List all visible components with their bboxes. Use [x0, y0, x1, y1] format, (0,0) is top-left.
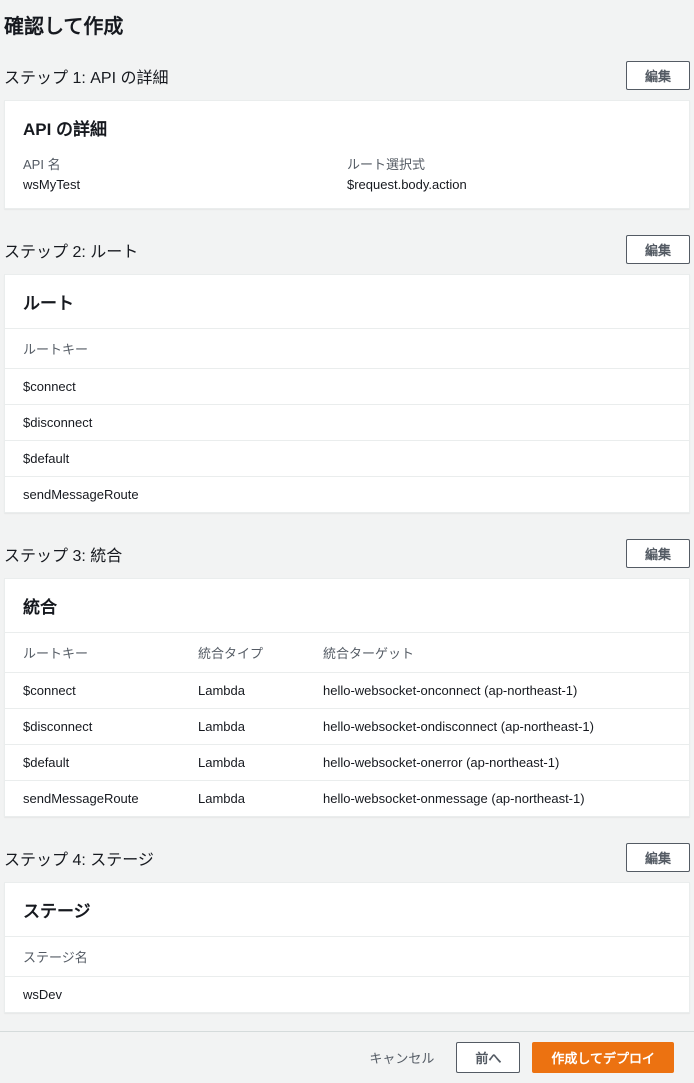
step3-col-type: 統合タイプ	[198, 643, 323, 662]
api-name-label: API 名	[23, 154, 347, 173]
step2-edit-button[interactable]: 編集	[626, 235, 690, 264]
cancel-button[interactable]: キャンセル	[359, 1042, 444, 1073]
table-row: sendMessageRoute	[5, 476, 689, 512]
step1-card-title: API の詳細	[5, 101, 689, 154]
integration-target-value: hello-websocket-onconnect (ap-northeast-…	[323, 683, 671, 698]
step3-title: ステップ 3: 統合	[4, 542, 122, 566]
table-row: $connect Lambda hello-websocket-onconnec…	[5, 672, 689, 708]
create-deploy-button[interactable]: 作成してデプロイ	[532, 1042, 674, 1073]
step3-table-header: ルートキー 統合タイプ 統合ターゲット	[5, 632, 689, 672]
step4-header: ステップ 4: ステージ 編集	[0, 835, 694, 882]
route-key-value: $connect	[23, 379, 671, 394]
integration-type-value: Lambda	[198, 755, 323, 770]
integration-target-value: hello-websocket-ondisconnect (ap-northea…	[323, 719, 671, 734]
step3-edit-button[interactable]: 編集	[626, 539, 690, 568]
step1-header: ステップ 1: API の詳細 編集	[0, 53, 694, 100]
previous-button[interactable]: 前へ	[456, 1042, 520, 1073]
integration-type-value: Lambda	[198, 719, 323, 734]
integration-type-value: Lambda	[198, 683, 323, 698]
step3-header: ステップ 3: 統合 編集	[0, 531, 694, 578]
step4-table-header: ステージ名	[5, 936, 689, 976]
route-key-value: $default	[23, 755, 198, 770]
step1-edit-button[interactable]: 編集	[626, 61, 690, 90]
step3-card: 統合 ルートキー 統合タイプ 統合ターゲット $connect Lambda h…	[4, 578, 690, 817]
step4-title: ステップ 4: ステージ	[4, 846, 154, 870]
table-row: sendMessageRoute Lambda hello-websocket-…	[5, 780, 689, 816]
step2-table-header: ルートキー	[5, 328, 689, 368]
step2-card: ルート ルートキー $connect $disconnect $default …	[4, 274, 690, 513]
table-row: $default Lambda hello-websocket-onerror …	[5, 744, 689, 780]
table-row: $default	[5, 440, 689, 476]
step1-card: API の詳細 API 名 wsMyTest ルート選択式 $request.b…	[4, 100, 690, 209]
step4-col-stagename: ステージ名	[23, 947, 671, 966]
step2-header: ステップ 2: ルート 編集	[0, 227, 694, 274]
route-key-value: sendMessageRoute	[23, 487, 671, 502]
step2-title: ステップ 2: ルート	[4, 238, 138, 262]
step4-card: ステージ ステージ名 wsDev	[4, 882, 690, 1013]
step3-col-routekey: ルートキー	[23, 643, 198, 662]
integration-target-value: hello-websocket-onerror (ap-northeast-1)	[323, 755, 671, 770]
integration-type-value: Lambda	[198, 791, 323, 806]
step4-edit-button[interactable]: 編集	[626, 843, 690, 872]
step4-card-title: ステージ	[5, 883, 689, 936]
route-key-value: $disconnect	[23, 719, 198, 734]
route-key-value: sendMessageRoute	[23, 791, 198, 806]
table-row: $disconnect	[5, 404, 689, 440]
step2-col-routekey: ルートキー	[23, 339, 671, 358]
table-row: $disconnect Lambda hello-websocket-ondis…	[5, 708, 689, 744]
step1-title: ステップ 1: API の詳細	[4, 64, 168, 88]
step3-card-title: 統合	[5, 579, 689, 632]
step3-col-target: 統合ターゲット	[323, 643, 671, 662]
route-key-value: $disconnect	[23, 415, 671, 430]
route-key-value: $default	[23, 451, 671, 466]
table-row: $connect	[5, 368, 689, 404]
api-name-value: wsMyTest	[23, 177, 347, 192]
integration-target-value: hello-websocket-onmessage (ap-northeast-…	[323, 791, 671, 806]
step2-card-title: ルート	[5, 275, 689, 328]
route-key-value: $connect	[23, 683, 198, 698]
table-row: wsDev	[5, 976, 689, 1012]
footer-bar: キャンセル 前へ 作成してデプロイ	[0, 1031, 694, 1083]
route-selection-value: $request.body.action	[347, 177, 671, 192]
page-title: 確認して作成	[4, 10, 690, 39]
route-selection-label: ルート選択式	[347, 154, 671, 173]
